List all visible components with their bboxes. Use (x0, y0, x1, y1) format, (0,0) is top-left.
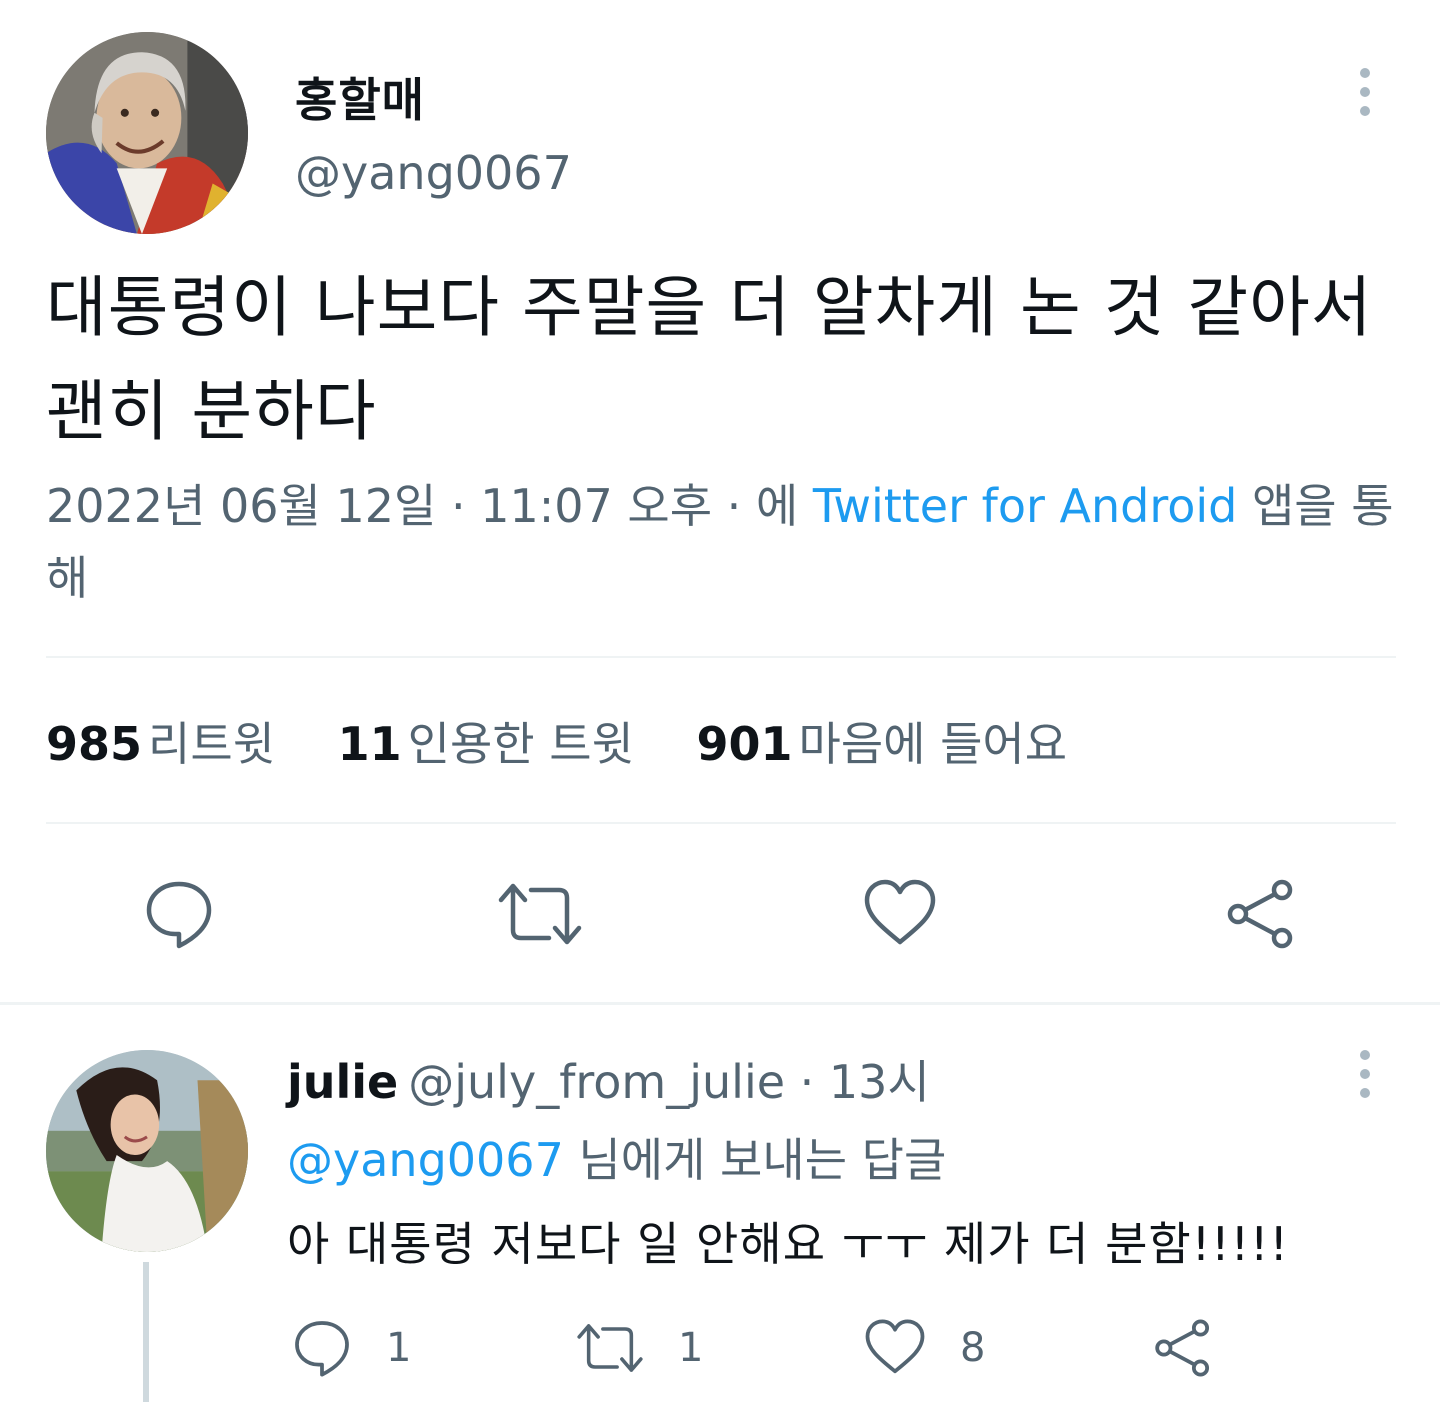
reply-retweet-button[interactable]: 1 (576, 1318, 703, 1378)
likes-count: 901 (696, 717, 793, 771)
reply-author-handle[interactable]: @july_from_julie (408, 1055, 785, 1109)
divider (46, 656, 1396, 658)
reply-author-name[interactable]: julie (287, 1055, 398, 1109)
author-avatar[interactable] (46, 32, 248, 234)
reply-reply-button[interactable]: 1 (292, 1318, 411, 1378)
reply-author-avatar[interactable] (46, 1050, 248, 1252)
author-handle[interactable]: @yang0067 (295, 146, 572, 200)
likes-label: 마음에 들어요 (798, 717, 1068, 771)
tweet-meta: 2022년 06월 12일 · 11:07 오후 · 에 Twitter for… (46, 470, 1406, 614)
reply-retweets-count: 1 (678, 1325, 704, 1371)
more-options-icon[interactable] (1353, 68, 1377, 128)
reply-author-avatar-image (46, 1050, 248, 1252)
quotes-count: 11 (337, 717, 402, 771)
reply-like-button[interactable]: 8 (864, 1318, 985, 1378)
section-divider (0, 1002, 1440, 1005)
reply-icon (295, 1321, 349, 1377)
share-button[interactable] (1224, 878, 1298, 950)
tweet-timestamp[interactable]: 2022년 06월 12일 · 11:07 오후 · 에 (46, 479, 813, 533)
like-button[interactable] (863, 878, 937, 950)
reply-replies-count: 1 (386, 1325, 412, 1371)
author-name[interactable]: 홍할매 (295, 64, 425, 130)
retweets-label: 리트윗 (148, 717, 275, 771)
tweet-text: 대통령이 나보다 주말을 더 알차게 논 것 같아서 괜히 분하다 (46, 269, 1373, 450)
reply-more-options-icon[interactable] (1353, 1050, 1377, 1110)
reply-to-suffix: 님에게 보내는 답글 (563, 1133, 947, 1187)
reply-to-mention[interactable]: @yang0067 (287, 1133, 564, 1187)
divider (46, 822, 1396, 824)
reply-likes-count: 8 (960, 1325, 986, 1371)
retweet-button[interactable] (497, 878, 583, 950)
reply-button[interactable] (143, 878, 215, 950)
thread-line (143, 1262, 149, 1402)
quotes-label: 인용한 트윗 (407, 717, 634, 771)
author-avatar-image (46, 32, 248, 234)
tweet-source-link[interactable]: Twitter for Android (813, 479, 1238, 533)
share-icon (1155, 1319, 1210, 1377)
tweet-stats: 985 리트윗 11 인용한 트윗 901 마음에 들어요 (46, 708, 1115, 774)
retweets-stat[interactable]: 985 리트윗 (46, 717, 275, 771)
replying-to: @yang0067 님에게 보내는 답글 (287, 1124, 946, 1190)
retweet-icon (498, 883, 582, 945)
reply-share-button[interactable] (1152, 1318, 1214, 1378)
reply-text: 아 대통령 저보다 일 안해요 ㅜㅜ 제가 더 분함!!!!! (287, 1217, 1289, 1271)
quotes-stat[interactable]: 11 인용한 트윗 (338, 717, 634, 771)
retweets-count: 985 (46, 717, 143, 771)
retweet-icon (577, 1324, 643, 1372)
heart-icon (865, 1319, 925, 1374)
reply-header: julie @july_from_julie · 13시 (287, 1046, 930, 1112)
likes-stat[interactable]: 901 마음에 들어요 (697, 717, 1068, 771)
heart-icon (864, 879, 936, 945)
share-icon (1227, 879, 1293, 949)
reply-icon (146, 881, 212, 949)
reply-time[interactable]: · 13시 (785, 1055, 930, 1109)
